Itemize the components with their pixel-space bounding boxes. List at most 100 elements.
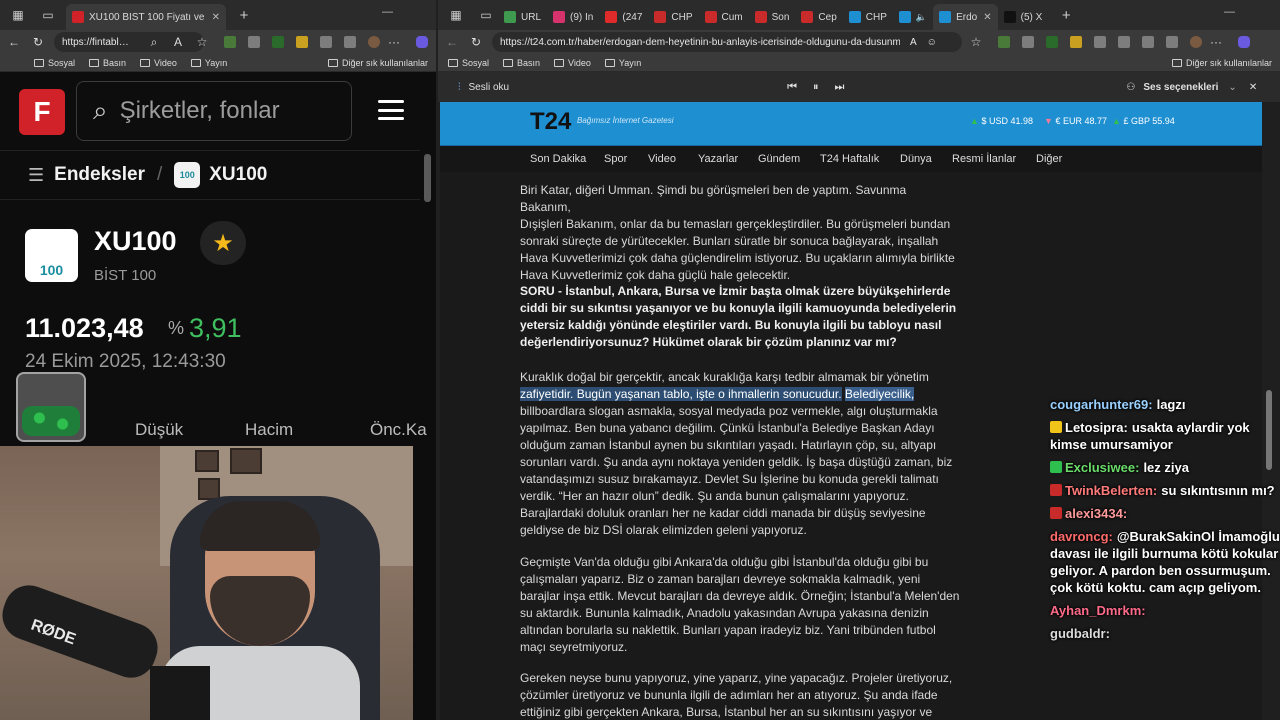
- bookmark-folder-yayin[interactable]: Yayın: [604, 58, 641, 68]
- speaker-icon[interactable]: 🔈: [916, 12, 927, 23]
- nav-yazarlar[interactable]: Yazarlar: [698, 153, 738, 165]
- smiley-icon[interactable]: ☺: [927, 37, 937, 48]
- favorite-star-button[interactable]: ★: [200, 221, 246, 265]
- browser-tab[interactable]: URL: [498, 4, 547, 30]
- workspaces-icon[interactable]: ▦: [444, 3, 468, 27]
- refresh-icon[interactable]: ↻: [466, 35, 486, 49]
- extension-icon[interactable]: [1142, 36, 1154, 48]
- folder-icon: [190, 58, 201, 67]
- previous-icon[interactable]: ⏮: [787, 81, 797, 94]
- close-icon[interactable]: ✕: [1249, 82, 1257, 93]
- new-tab-button[interactable]: +: [1054, 3, 1078, 27]
- more-menu-icon[interactable]: ···: [1206, 35, 1226, 49]
- copilot-icon[interactable]: [416, 36, 428, 48]
- chevron-down-icon[interactable]: ⌄: [1228, 82, 1236, 93]
- bookmark-folder-video[interactable]: Video: [140, 58, 177, 68]
- tab-actions-icon[interactable]: ▭: [36, 3, 60, 27]
- address-bar[interactable]: https://t24.com.tr/haber/erdogan-dem-hey…: [492, 32, 962, 52]
- exchange-name: BİST 100: [94, 267, 157, 284]
- favorite-star-icon[interactable]: ☆: [192, 35, 212, 49]
- close-tab-icon[interactable]: ✕: [983, 12, 991, 23]
- hamburger-menu-icon[interactable]: [378, 100, 404, 120]
- tab-title: Son: [771, 11, 790, 23]
- browser-tab[interactable]: (5) X: [998, 4, 1049, 30]
- other-bookmarks[interactable]: Diğer sık kullanılanlar: [1171, 58, 1272, 68]
- refresh-icon[interactable]: ↻: [28, 35, 48, 49]
- extension-icon[interactable]: [296, 36, 308, 48]
- minimize-icon[interactable]: —: [1224, 6, 1235, 18]
- extension-icon[interactable]: [1046, 36, 1058, 48]
- nav-t24-haftalik[interactable]: T24 Haftalık: [820, 153, 879, 165]
- profile-avatar[interactable]: [368, 36, 380, 48]
- chat-username: davroncg:: [1050, 529, 1113, 544]
- more-menu-icon[interactable]: ···: [384, 35, 404, 49]
- shield-icon[interactable]: [1166, 36, 1178, 48]
- extension-icon[interactable]: [1094, 36, 1106, 48]
- zoom-icon[interactable]: ⌕: [144, 35, 164, 50]
- extension-icon[interactable]: [248, 36, 260, 48]
- tab-title: (9) In: [570, 11, 594, 23]
- browser-tab[interactable]: CHP: [648, 4, 698, 30]
- nav-resmi-ilanlar[interactable]: Resmi İlanlar: [952, 153, 1016, 165]
- tab-fintables[interactable]: XU100 BİST 100 Fiyatı ve Grafikleri ✕: [66, 4, 226, 30]
- scrollbar-thumb[interactable]: [424, 154, 431, 202]
- new-tab-button[interactable]: +: [232, 3, 256, 27]
- chat-username: cougarhunter69:: [1050, 397, 1153, 412]
- nav-diger[interactable]: Diğer: [1036, 153, 1062, 165]
- bookmark-folder-yayin[interactable]: Yayın: [190, 58, 227, 68]
- browser-tab[interactable]: Cep: [795, 4, 842, 30]
- extension-icon[interactable]: [320, 36, 332, 48]
- extension-icon[interactable]: [272, 36, 284, 48]
- extension-icon[interactable]: [998, 36, 1010, 48]
- extension-icon[interactable]: [344, 36, 356, 48]
- folder-icon: [327, 58, 338, 67]
- workspaces-icon[interactable]: ▦: [6, 3, 30, 27]
- pause-icon[interactable]: ⏸: [813, 81, 819, 94]
- voice-options-icon[interactable]: ⚇: [1126, 82, 1135, 93]
- nav-gundem[interactable]: Gündem: [758, 153, 800, 165]
- other-bookmarks[interactable]: Diğer sık kullanılanlar: [327, 58, 428, 68]
- read-aloud-icon[interactable]: A: [910, 37, 917, 48]
- browser-tab[interactable]: (9) In: [547, 4, 599, 30]
- extension-icon[interactable]: [1070, 36, 1082, 48]
- t24-logo[interactable]: T24: [530, 108, 571, 136]
- tab-favicon-icon: [898, 11, 911, 23]
- nav-dunya[interactable]: Dünya: [900, 153, 932, 165]
- tab-favicon-icon: [754, 11, 767, 23]
- article-question: SORU - İstanbul, Ankara, Bursa ve İzmir …: [520, 284, 957, 349]
- profile-avatar[interactable]: [1190, 36, 1202, 48]
- bookmark-folder-basin[interactable]: Basın: [89, 58, 126, 68]
- extension-icon[interactable]: [1118, 36, 1130, 48]
- browser-tab[interactable]: (247: [599, 4, 648, 30]
- fintables-logo[interactable]: F: [19, 89, 65, 135]
- back-icon[interactable]: ←: [442, 35, 462, 49]
- favorite-star-icon[interactable]: ☆: [966, 35, 986, 49]
- tab-actions-icon[interactable]: ▭: [474, 3, 498, 27]
- search-input[interactable]: ⌕ Şirketler, fonlar: [76, 81, 352, 141]
- back-icon[interactable]: ←: [4, 35, 24, 49]
- article-paragraph: Geçmişte Van'da olduğu gibi Ankara'da ol…: [520, 555, 960, 654]
- browser-tab[interactable]: Cum: [699, 4, 749, 30]
- voice-options-button[interactable]: Ses seçenekleri: [1143, 82, 1218, 93]
- extension-icon[interactable]: [224, 36, 236, 48]
- browser-tab[interactable]: Son: [749, 4, 796, 30]
- browser-tab[interactable]: 🔈: [893, 4, 933, 30]
- browser-tab[interactable]: Erdo ✕: [933, 4, 998, 30]
- minimize-icon[interactable]: —: [382, 6, 393, 18]
- bookmark-folder-video[interactable]: Video: [554, 58, 591, 68]
- read-aloud-icon[interactable]: A: [168, 35, 188, 49]
- next-icon[interactable]: ⏭: [834, 81, 844, 94]
- extension-icon[interactable]: [1022, 36, 1034, 48]
- bookmark-folder-sosyal[interactable]: Sosyal: [34, 58, 75, 68]
- nav-spor[interactable]: Spor: [604, 153, 627, 165]
- browser-tab[interactable]: CHP: [843, 4, 893, 30]
- copilot-icon[interactable]: [1238, 36, 1250, 48]
- nav-video[interactable]: Video: [648, 153, 676, 165]
- bookmark-folder-sosyal[interactable]: Sosyal: [448, 58, 489, 68]
- nav-son-dakika[interactable]: Son Dakika: [530, 153, 586, 165]
- bookmark-folder-basin[interactable]: Basın: [503, 58, 540, 68]
- index-price: 11.023,48: [25, 313, 144, 343]
- tab-favicon-icon: [1003, 11, 1016, 23]
- close-tab-icon[interactable]: ✕: [212, 12, 220, 23]
- breadcrumb-endeksler[interactable]: Endeksler: [54, 164, 145, 186]
